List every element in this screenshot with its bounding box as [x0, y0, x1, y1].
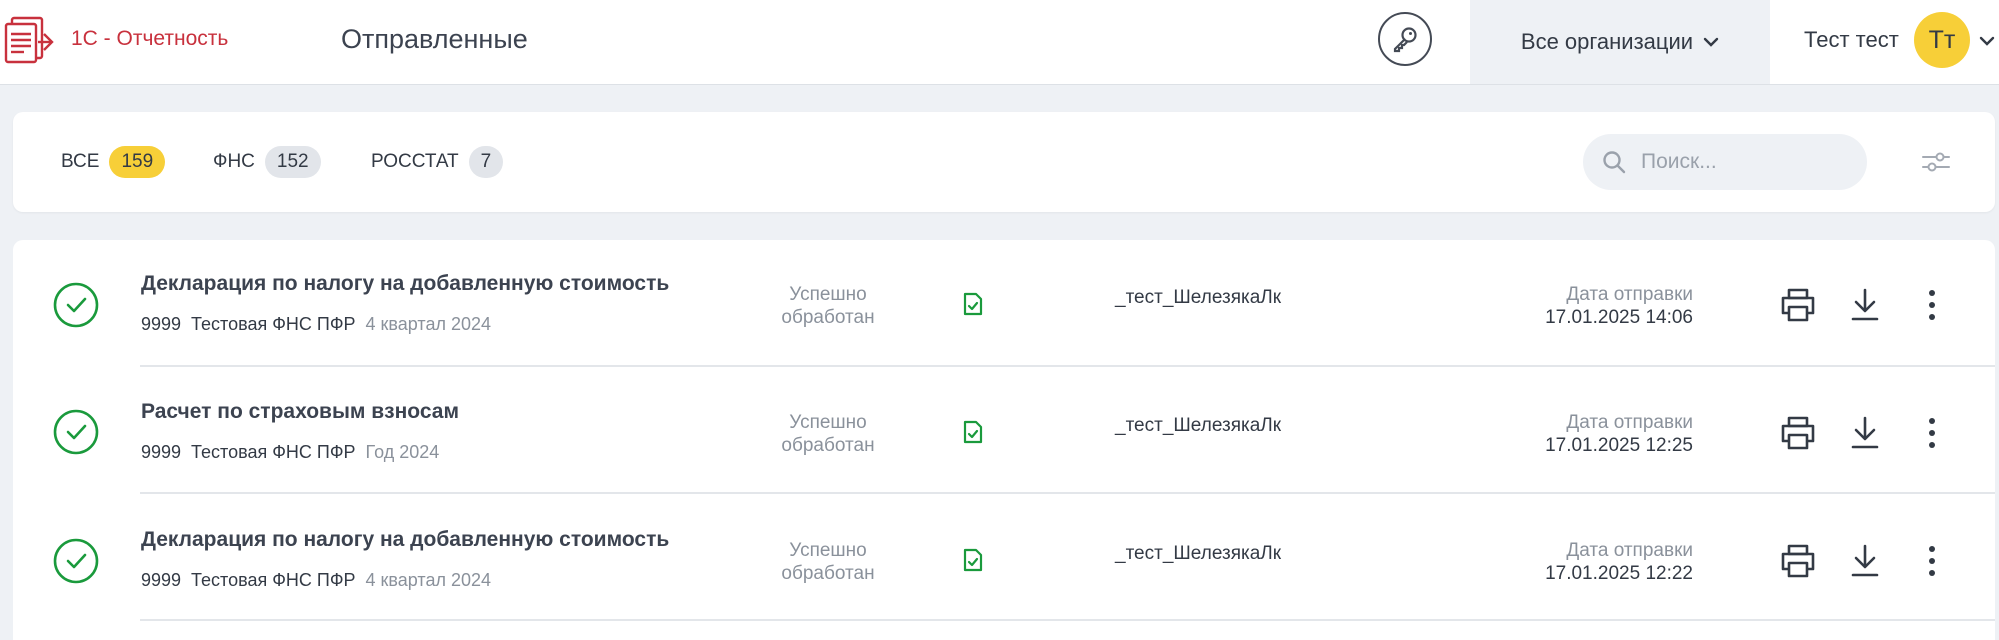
tab-count-badge: 152 — [264, 146, 321, 178]
signer-name: _тест_ШелезякаЛк — [1115, 415, 1282, 436]
print-button[interactable] — [1778, 413, 1818, 453]
row-divider — [140, 619, 1995, 621]
send-date-value: 17.01.2025 14:06 — [1545, 307, 1693, 328]
document-title[interactable]: Декларация по налогу на добавленную стои… — [141, 272, 669, 296]
send-date: Дата отправки 17.01.2025 12:25 — [1493, 411, 1693, 457]
search-icon — [1603, 151, 1626, 174]
send-date: Дата отправки 17.01.2025 12:22 — [1493, 539, 1693, 585]
key-button[interactable] — [1378, 12, 1432, 66]
document-meta: 9999 Тестовая ФНС ПФР Год 2024 — [141, 442, 439, 463]
send-date-label: Дата отправки — [1566, 412, 1693, 433]
document-code: 9999 — [141, 442, 182, 462]
filter-sliders-icon[interactable] — [1921, 148, 1951, 176]
status-line-2: обработан — [781, 435, 875, 456]
table-row[interactable]: Декларация по налогу на добавленную стои… — [13, 494, 1995, 621]
status-text: Успешно обработан — [753, 411, 903, 457]
download-icon — [1851, 288, 1879, 321]
key-icon — [1393, 27, 1417, 53]
table-row[interactable]: Расчет по страховым взносам 9999 Тестовая… — [13, 367, 1995, 494]
organization-selector[interactable]: Все организации — [1470, 0, 1770, 84]
avatar[interactable]: Тт — [1914, 12, 1970, 68]
report-period: 4 квартал 2024 — [365, 570, 492, 590]
table-row[interactable]: Декларация по налогу на добавленную стои… — [13, 240, 1995, 367]
tab-all[interactable]: ВСЕ 159 — [61, 146, 166, 178]
document-title[interactable]: Декларация по налогу на добавленную стои… — [141, 528, 669, 552]
check-circle-icon — [53, 282, 99, 328]
search-input[interactable] — [1639, 149, 1843, 175]
more-options-button[interactable] — [1912, 413, 1952, 453]
download-button[interactable] — [1845, 285, 1885, 325]
tab-count-badge: 7 — [468, 146, 504, 178]
report-period: Год 2024 — [365, 442, 440, 462]
tab-fns[interactable]: ФНС 152 — [213, 146, 321, 178]
status-line-2: обработан — [781, 307, 875, 328]
report-period: 4 квартал 2024 — [365, 314, 492, 334]
check-circle-icon — [53, 409, 99, 455]
send-date-label: Дата отправки — [1566, 540, 1693, 561]
status-line-2: обработан — [781, 563, 875, 584]
status-text: Успешно обработан — [753, 283, 903, 329]
document-check-icon[interactable] — [962, 548, 984, 572]
document-meta: 9999 Тестовая ФНС ПФР 4 квартал 2024 — [141, 570, 491, 591]
tab-count-badge: 159 — [109, 146, 166, 178]
printer-icon — [1781, 544, 1815, 578]
document-meta: 9999 Тестовая ФНС ПФР 4 квартал 2024 — [141, 314, 491, 335]
download-button[interactable] — [1845, 541, 1885, 581]
organization-name: Тестовая ФНС ПФР — [191, 570, 356, 590]
tab-label: ВСЕ — [61, 151, 100, 172]
download-button[interactable] — [1845, 413, 1885, 453]
status-line-1: Успешно — [789, 412, 867, 433]
download-icon — [1851, 544, 1879, 577]
print-button[interactable] — [1778, 541, 1818, 581]
document-title[interactable]: Расчет по страховым взносам — [141, 400, 459, 424]
more-vertical-icon — [1929, 290, 1935, 320]
document-check-icon[interactable] — [962, 420, 984, 444]
tab-rosstat[interactable]: РОССТАТ 7 — [371, 146, 504, 178]
signer-name: _тест_ШелезякаЛк — [1115, 287, 1282, 308]
organization-name: Тестовая ФНС ПФР — [191, 442, 356, 462]
page-title: Отправленные — [341, 24, 528, 54]
signer-name: _тест_ШелезякаЛк — [1115, 543, 1282, 564]
more-options-button[interactable] — [1912, 541, 1952, 581]
user-menu-chevron-icon[interactable] — [1979, 36, 1995, 46]
search-box[interactable] — [1583, 134, 1867, 190]
organization-selector-label: Все организации — [1520, 29, 1694, 54]
printer-icon — [1781, 288, 1815, 322]
documents-list: Декларация по налогу на добавленную стои… — [13, 240, 1995, 640]
app-name[interactable]: 1С - Отчетность — [71, 27, 228, 51]
more-vertical-icon — [1929, 418, 1935, 448]
top-header: 1С - Отчетность Отправленные Все организ… — [0, 0, 1999, 85]
check-circle-icon — [53, 538, 99, 584]
more-options-button[interactable] — [1912, 285, 1952, 325]
more-vertical-icon — [1929, 546, 1935, 576]
status-line-1: Успешно — [789, 284, 867, 305]
send-date-label: Дата отправки — [1566, 284, 1693, 305]
document-code: 9999 — [141, 570, 182, 590]
send-date-value: 17.01.2025 12:25 — [1545, 435, 1693, 456]
tab-label: ФНС — [213, 151, 255, 172]
tab-label: РОССТАТ — [371, 151, 459, 172]
send-date-value: 17.01.2025 12:22 — [1545, 563, 1693, 584]
print-button[interactable] — [1778, 285, 1818, 325]
chevron-down-icon — [1703, 37, 1719, 47]
download-icon — [1851, 416, 1879, 449]
status-text: Успешно обработан — [753, 539, 903, 585]
report-logo-icon[interactable] — [0, 12, 56, 68]
printer-icon — [1781, 416, 1815, 450]
organization-name: Тестовая ФНС ПФР — [191, 314, 356, 334]
user-name[interactable]: Тест тест — [1804, 27, 1899, 53]
document-check-icon[interactable] — [962, 292, 984, 316]
document-code: 9999 — [141, 314, 182, 334]
status-line-1: Успешно — [789, 540, 867, 561]
send-date: Дата отправки 17.01.2025 14:06 — [1493, 283, 1693, 329]
filter-bar: ВСЕ 159 ФНС 152 РОССТАТ 7 — [13, 112, 1995, 212]
